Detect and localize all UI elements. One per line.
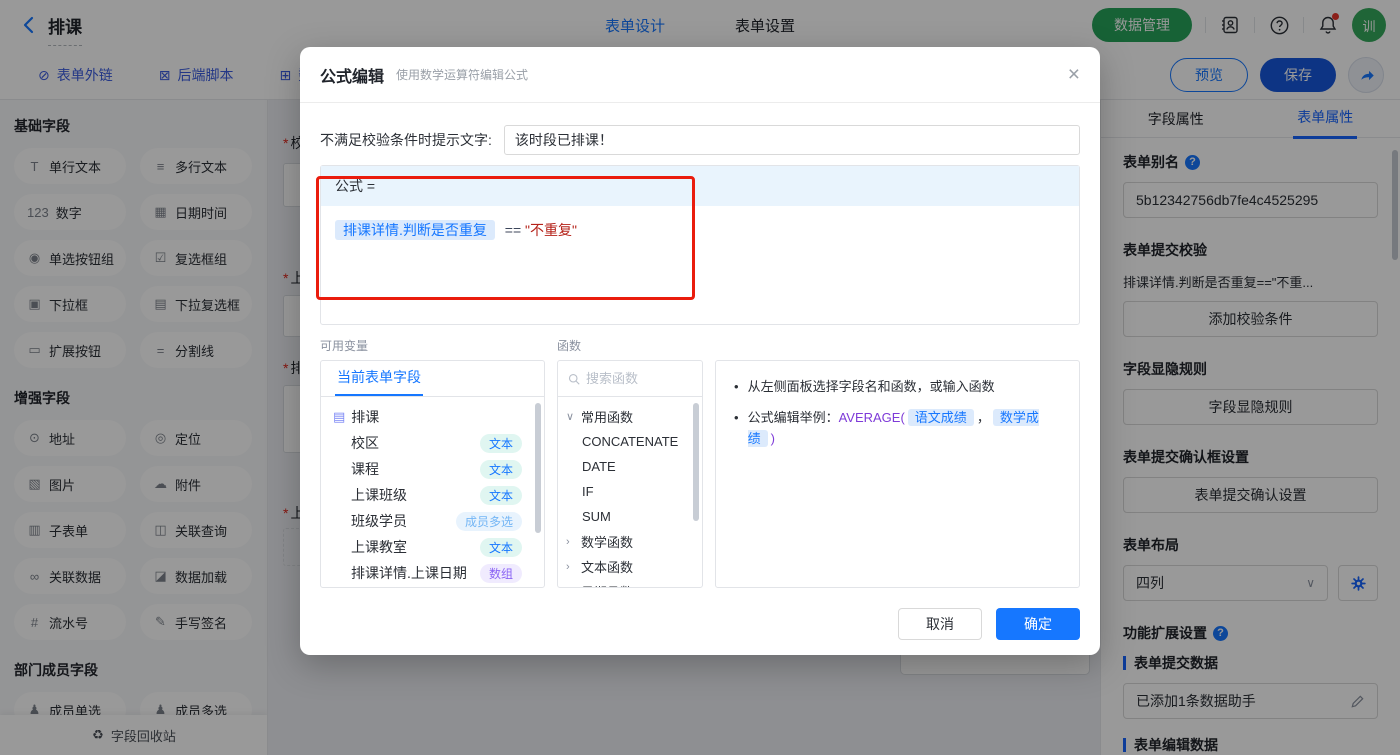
variable-name: 班级学员	[351, 513, 407, 529]
chevron-right-icon: ›	[566, 560, 570, 573]
chevron-right-icon: ›	[566, 586, 581, 588]
function-item[interactable]: IF	[558, 479, 702, 504]
function-group-collapsed[interactable]: › 数学函数	[558, 529, 702, 554]
validation-message-input[interactable]	[503, 125, 1080, 155]
formula-editor[interactable]: 公式 = 排课详情.判断是否重复 == "不重复"	[320, 165, 1080, 325]
function-item[interactable]: SUM	[558, 504, 702, 529]
chevron-right-icon: ›	[566, 535, 570, 548]
tab-current-form-fields[interactable]: 当前表单字段	[335, 367, 423, 396]
tip-text: 从左侧面板选择字段名和函数，或输入函数	[747, 379, 995, 394]
function-group-collapsed[interactable]: › 文本函数	[558, 554, 702, 579]
formula-expression[interactable]: 排课详情.判断是否重复 == "不重复"	[321, 206, 1079, 324]
variables-panel: 当前表单字段 ▤ 排课 校区 文本 课程 文本 上课班级 文本 班级学员 成员多…	[320, 360, 545, 588]
validation-message-label: 不满足校验条件时提示文字:	[320, 132, 492, 148]
variable-item[interactable]: 课程 文本	[321, 456, 544, 482]
variable-type-badge: 文本	[479, 433, 522, 453]
confirm-button[interactable]: 确定	[996, 608, 1080, 640]
functions-label: 函数	[557, 339, 582, 353]
variable-name: 课程	[351, 461, 379, 477]
functions-panel: ∨ 常用函数 CONCATENATE DATE IF	[557, 360, 703, 588]
variable-name: 上课教室	[351, 539, 407, 555]
tips-panel: • 从左侧面板选择字段名和函数，或输入函数 • 公式编辑举例：AVERAGE(语…	[715, 360, 1080, 588]
cancel-button[interactable]: 取消	[898, 608, 982, 640]
variable-item[interactable]: 排课详情.上课日期 数组	[321, 560, 544, 586]
variable-type-badge: 成员多选	[455, 511, 522, 531]
variables-root-node[interactable]: ▤ 排课	[321, 404, 544, 430]
variable-type-badge: 数组	[479, 563, 522, 583]
tip-example: 公式编辑举例：AVERAGE(语文成绩，数学成绩)	[747, 408, 1039, 447]
example-field-chip: 语文成绩	[907, 408, 974, 426]
variable-name: 排课详情.上课日期	[351, 565, 467, 581]
variable-item[interactable]: 校区 文本	[321, 430, 544, 456]
variable-type-badge: 文本	[479, 537, 522, 557]
functions-scrollbar[interactable]	[693, 403, 699, 521]
variable-name: 校区	[351, 435, 379, 451]
function-item[interactable]: CONCATENATE	[558, 429, 702, 454]
variable-name: 上课班级	[351, 487, 407, 503]
search-icon	[568, 373, 580, 385]
string-token: "不重复"	[525, 222, 577, 238]
field-token-chip[interactable]: 排课详情.判断是否重复	[335, 220, 495, 240]
variable-type-badge: 文本	[479, 485, 522, 505]
function-group-expanded[interactable]: ∨ 常用函数	[558, 404, 702, 429]
variable-item[interactable]: 班级学员 成员多选	[321, 508, 544, 534]
form-file-icon: ▤	[333, 409, 346, 424]
variable-item[interactable]: 上课班级 文本	[321, 482, 544, 508]
operator-token: ==	[504, 222, 522, 238]
dialog-title: 公式编辑	[320, 68, 385, 86]
variable-type-badge: 文本	[479, 459, 522, 479]
dialog-subtitle: 使用数学运算符编辑公式	[396, 68, 529, 82]
close-icon[interactable]: ×	[1068, 64, 1080, 85]
chevron-down-icon: ∨	[566, 411, 575, 423]
function-group-collapsed[interactable]: › 日期函数	[558, 579, 702, 588]
search-function-input[interactable]	[585, 371, 692, 386]
variable-item[interactable]: 上课教室 文本	[321, 534, 544, 560]
formula-edit-dialog: 公式编辑 使用数学运算符编辑公式 × 不满足校验条件时提示文字: 公式 = 排课…	[300, 47, 1100, 655]
formula-header: 公式 =	[321, 166, 1079, 206]
function-item[interactable]: DATE	[558, 454, 702, 479]
variables-label: 可用变量	[320, 339, 369, 353]
variables-scrollbar[interactable]	[535, 403, 541, 533]
